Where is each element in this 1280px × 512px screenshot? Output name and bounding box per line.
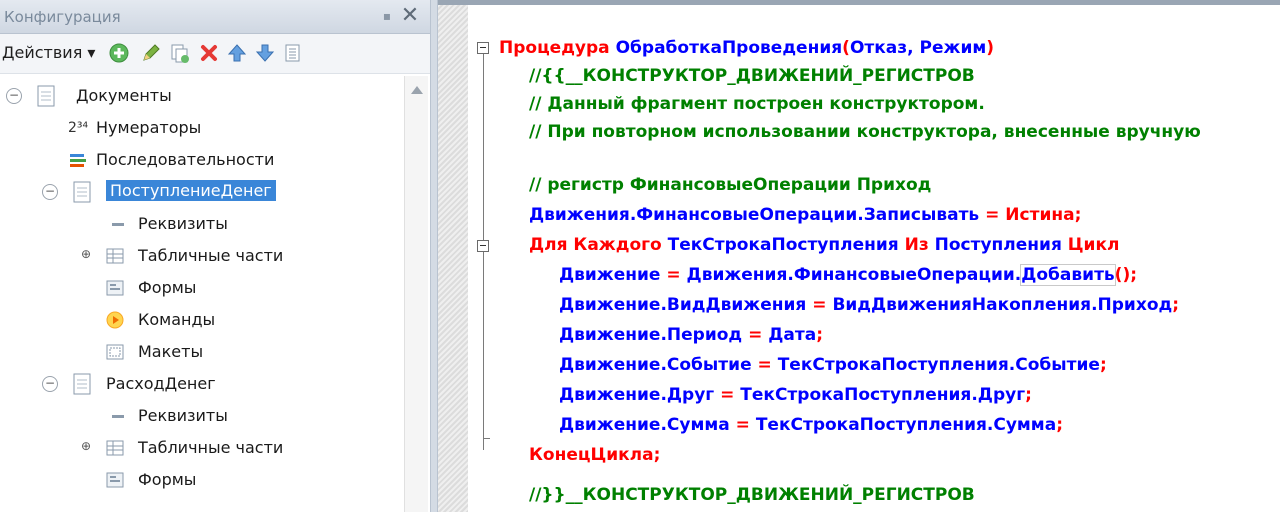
code-line-statement: Движение.Друг = ТекСтрокаПоступления.Дру… [559,385,1032,405]
copy-icon[interactable] [168,42,190,64]
tree-item-label: Команды [138,310,216,329]
document-folder-icon [37,85,55,107]
add-icon[interactable] [108,42,130,64]
template-icon [106,344,124,360]
tree-item-label: Формы [138,470,197,489]
edit-icon[interactable] [140,42,162,64]
tree-item-forms[interactable]: Формы [0,272,404,304]
tree-scrollbar[interactable] [404,76,428,512]
tree-item-label: Документы [76,86,172,105]
panel-splitter[interactable] [430,0,438,512]
actions-menu-button[interactable]: Действия ▾ [2,43,95,65]
configuration-panel: Конфигурация ▪ ✕ Действия ▾ − Документы … [0,0,430,512]
editor-gutter [438,5,468,512]
tree-item-commands[interactable]: Команды [0,304,404,336]
collapse-toggle-icon[interactable]: − [42,376,58,392]
code-line-end-loop: КонецЦикла; [529,445,661,465]
configuration-tree: − Документы 2³⁴ Нумераторы Последователь… [0,76,404,512]
scroll-up-icon[interactable] [411,86,423,94]
expand-toggle-icon[interactable]: ⊕ [78,440,94,456]
code-line-statement: Движение.Сумма = ТекСтрокаПоступления.Су… [559,415,1063,435]
tree-item-tabular-sections[interactable]: ⊕ Табличные части [0,240,404,272]
tree-item-label: Реквизиты [138,406,228,425]
fold-collapse-icon[interactable] [477,42,489,54]
fold-end-marker [483,438,490,439]
code-line-comment: //}}__КОНСТРУКТОР_ДВИЖЕНИЙ_РЕГИСТРОВ [529,485,975,505]
tree-item-label: Нумераторы [96,118,202,137]
code-editor[interactable]: Процедура ОбработкаПроведения(Отказ, Реж… [438,0,1280,512]
attribute-icon [112,223,124,226]
code-line-procedure: Процедура ОбработкаПроведения(Отказ, Реж… [499,38,995,58]
tree-item-forms[interactable]: Формы [0,464,404,496]
code-line-statement: Движения.ФинансовыеОперации.Записывать =… [529,205,1082,225]
tree-item-attributes[interactable]: Реквизиты [0,400,404,432]
tree-item-expense[interactable]: − РасходДенег [0,368,404,400]
move-up-icon[interactable] [226,42,248,64]
panel-titlebar: Конфигурация ▪ ✕ [0,0,430,34]
table-icon [106,440,124,456]
tree-item-tabular-sections[interactable]: ⊕ Табличные части [0,432,404,464]
tree-item-templates[interactable]: Макеты [0,336,404,368]
form-icon [106,280,124,296]
code-line-comment: //{{__КОНСТРУКТОР_ДВИЖЕНИЙ_РЕГИСТРОВ [529,66,975,86]
form-icon [106,472,124,488]
close-icon[interactable]: ✕ [398,4,422,28]
move-down-icon[interactable] [254,42,276,64]
panel-title: Конфигурация [4,8,121,26]
command-icon [106,311,124,329]
tree-item-numerators[interactable]: 2³⁴ Нумераторы [0,112,404,144]
attribute-icon [112,415,124,418]
editor-top-border [438,0,1280,5]
tree-item-label: Табличные части [138,438,284,457]
tree-item-documents[interactable]: − Документы [0,80,404,112]
list-icon[interactable] [282,42,304,64]
expand-toggle-icon[interactable]: ⊕ [78,248,94,264]
fold-collapse-icon[interactable] [477,240,489,252]
tree-item-income[interactable]: − ПоступлениеДенег [0,176,404,208]
tree-item-label: Табличные части [138,246,284,265]
document-icon [73,181,91,203]
collapse-toggle-icon[interactable]: − [42,184,58,200]
table-icon [106,248,124,264]
code-line-comment: // При повторном использовании конструкт… [529,122,1201,142]
code-line-statement: Движение = Движения.ФинансовыеОперации.Д… [559,264,1138,286]
code-line-statement: Движение.ВидДвижения = ВидДвиженияНакопл… [559,295,1180,315]
code-line-statement: Движение.Событие = ТекСтрокаПоступления.… [559,355,1107,375]
collapse-toggle-icon[interactable]: − [6,88,22,104]
tree-item-label: Реквизиты [138,214,228,233]
tree-item-sequences[interactable]: Последовательности [0,144,404,176]
code-line-comment: // Данный фрагмент построен конструкторо… [529,94,985,114]
panel-toolbar: Действия ▾ [0,34,430,74]
code-line-statement: Движение.Период = Дата; [559,325,823,345]
numerator-icon: 2³⁴ [68,120,89,136]
tree-item-label: Макеты [138,342,204,361]
tree-item-attributes[interactable]: Реквизиты [0,208,404,240]
tree-item-label: РасходДенег [106,374,216,393]
sequence-icon [70,154,86,167]
pin-icon[interactable]: ▪ [378,6,396,26]
document-icon [73,373,91,395]
tree-item-label: Последовательности [96,150,275,169]
code-line-comment: // регистр ФинансовыеОперации Приход [529,175,932,195]
code-line-loop: Для Каждого ТекСтрокаПоступления Из Пост… [529,235,1120,255]
tree-item-label: Формы [138,278,197,297]
delete-icon[interactable] [198,42,220,64]
tree-item-label: ПоступлениеДенег [106,180,276,201]
